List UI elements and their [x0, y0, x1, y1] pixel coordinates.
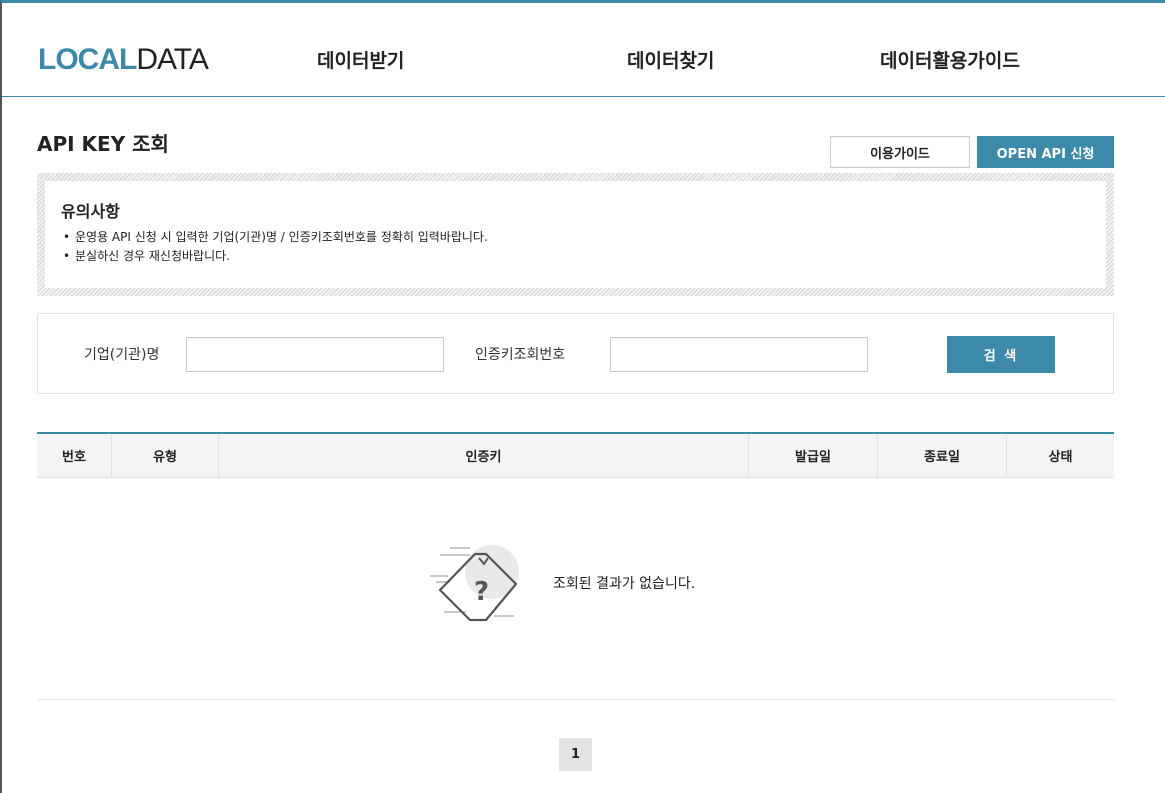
usage-guide-button[interactable]: 이용가이드	[830, 136, 970, 168]
logo-data: DATA	[136, 43, 209, 76]
column-header-number: 번호	[37, 434, 112, 477]
page-title: API KEY 조회	[37, 132, 169, 156]
notice-box: 유의사항 운영용 API 신청 시 입력한 기업(기관)명 / 인증키조회번호를…	[37, 173, 1114, 296]
notice-content: 유의사항 운영용 API 신청 시 입력한 기업(기관)명 / 인증키조회번호를…	[45, 181, 1106, 288]
nav-data-guide[interactable]: 데이터활용가이드	[880, 49, 1020, 73]
logo[interactable]: LOCALDATA	[38, 43, 209, 77]
api-key-table: 번호 유형 인증키 발급일 종료일 상태	[37, 432, 1114, 478]
notice-list: 운영용 API 신청 시 입력한 기업(기관)명 / 인증키조회번호를 정확히 …	[63, 228, 488, 266]
auth-key-lookup-input[interactable]	[610, 337, 868, 372]
column-header-auth-key: 인증키	[219, 434, 749, 477]
open-api-apply-button[interactable]: OPEN API 신청	[977, 136, 1114, 168]
empty-message: 조회된 결과가 없습니다.	[553, 576, 696, 592]
nav-data-download[interactable]: 데이터받기	[317, 49, 404, 73]
site-header: LOCALDATA 데이터받기 데이터찾기 데이터활용가이드	[2, 3, 1165, 97]
column-header-end-date: 종료일	[878, 434, 1007, 477]
empty-tag-question-icon: ?	[430, 545, 519, 622]
table-header: 번호 유형 인증키 발급일 종료일 상태	[37, 432, 1114, 478]
auth-key-lookup-label: 인증키조회번호	[475, 347, 566, 363]
column-header-issue-date: 발급일	[749, 434, 878, 477]
logo-local: LOCAL	[38, 43, 137, 76]
nav-data-search[interactable]: 데이터찾기	[627, 49, 714, 73]
company-name-label: 기업(기관)명	[84, 347, 160, 363]
svg-text:?: ?	[474, 577, 489, 607]
column-header-status: 상태	[1048, 450, 1073, 465]
company-name-input[interactable]	[186, 337, 444, 372]
notice-item: 분실하신 경우 재신청바랍니다.	[63, 247, 488, 266]
search-panel: 기업(기관)명 인증키조회번호 검 색	[37, 313, 1114, 394]
column-header-type: 유형	[112, 434, 219, 477]
empty-result: ? 조회된 결과가 없습니다.	[37, 478, 1114, 700]
notice-item: 운영용 API 신청 시 입력한 기업(기관)명 / 인증키조회번호를 정확히 …	[63, 228, 488, 247]
search-button[interactable]: 검 색	[947, 336, 1055, 373]
notice-title: 유의사항	[61, 202, 120, 221]
pagination-page-1[interactable]: 1	[559, 738, 592, 771]
